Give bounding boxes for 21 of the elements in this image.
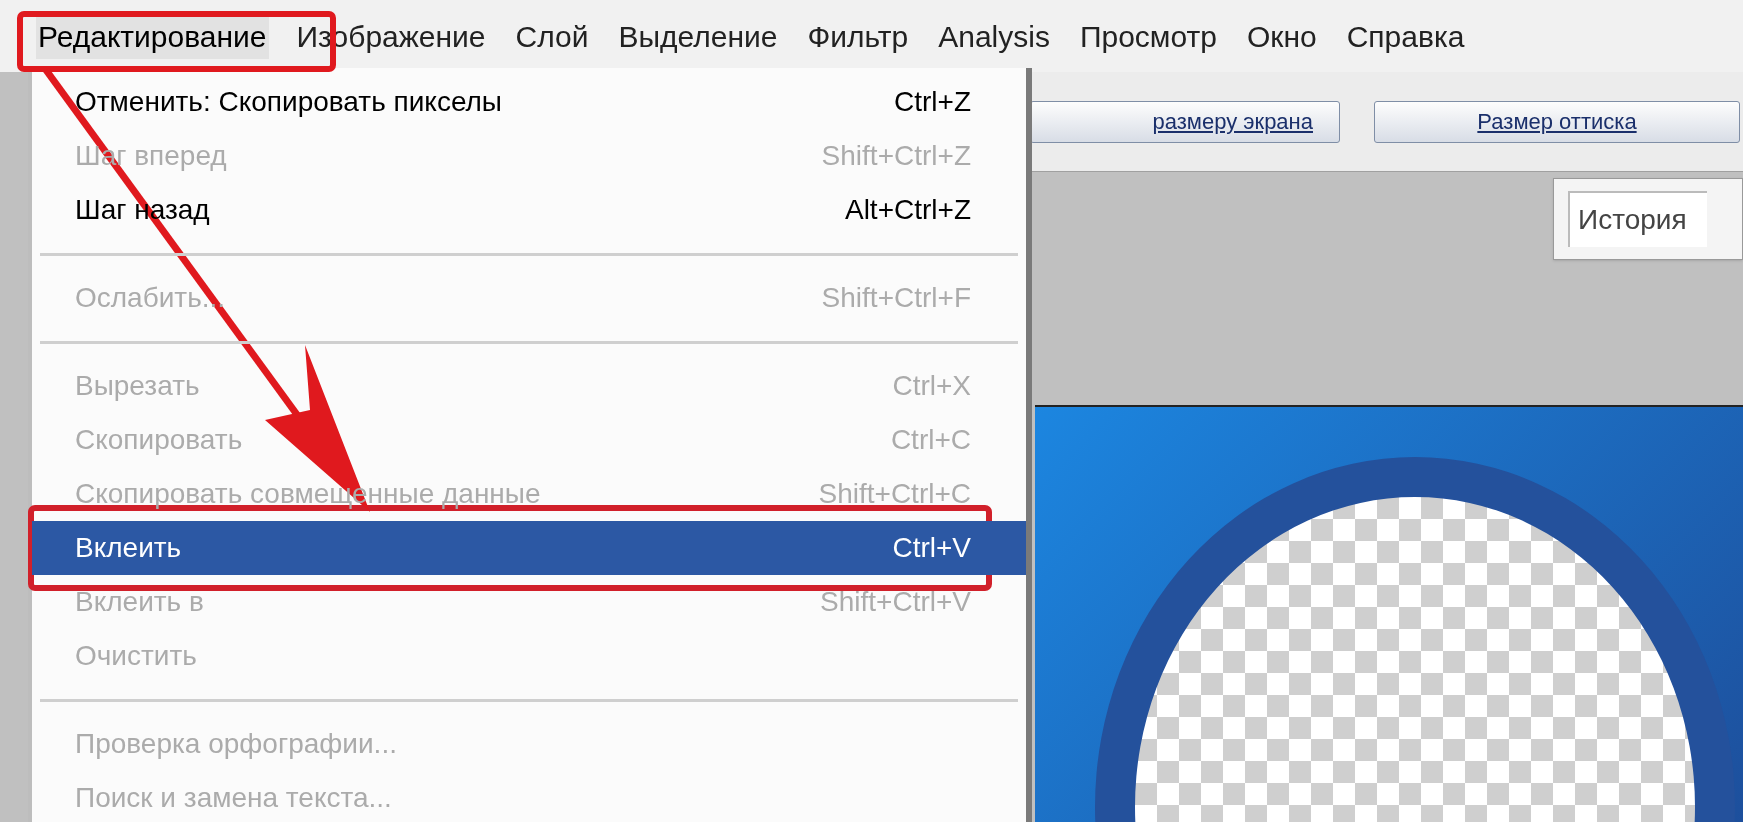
menu-bar-item[interactable]: Analysis [936, 13, 1052, 59]
shortcut-label: Ctrl+Z [894, 85, 971, 119]
history-tab[interactable]: История [1568, 191, 1707, 247]
menu-bar-item[interactable]: Просмотр [1077, 13, 1219, 59]
shortcut-label: Alt+Ctrl+Z [844, 193, 971, 227]
menu-bar-item[interactable]: Выделение [616, 13, 780, 59]
menu-item[interactable]: Отменить: Скопировать пикселы Ctrl+Z [32, 75, 1026, 129]
shortcut-label: Shift+Ctrl+F [821, 281, 971, 315]
menu-bar-item[interactable]: Фильтр [805, 13, 911, 59]
menu-bar-item[interactable]: Справка [1344, 13, 1467, 59]
menu-bar-item[interactable]: Окно [1244, 13, 1319, 59]
toolbar-button[interactable]: Размер оттиска [1374, 100, 1740, 143]
menu-item[interactable]: Вклеить Ctrl+V [32, 521, 1026, 575]
shortcut-label: Ctrl+X [892, 369, 971, 403]
shortcut-label: Shift+Ctrl+V [820, 585, 971, 619]
menu-bar-item[interactable]: Слой [513, 13, 591, 59]
shortcut-label: Shift+Ctrl+C [818, 477, 971, 511]
shortcut-label: Ctrl+C [890, 423, 971, 457]
shortcut-label: Ctrl+V [892, 531, 971, 565]
shortcut-label: Shift+Ctrl+Z [821, 139, 971, 173]
toolbar-button[interactable]: размеру экрана [1030, 100, 1340, 143]
